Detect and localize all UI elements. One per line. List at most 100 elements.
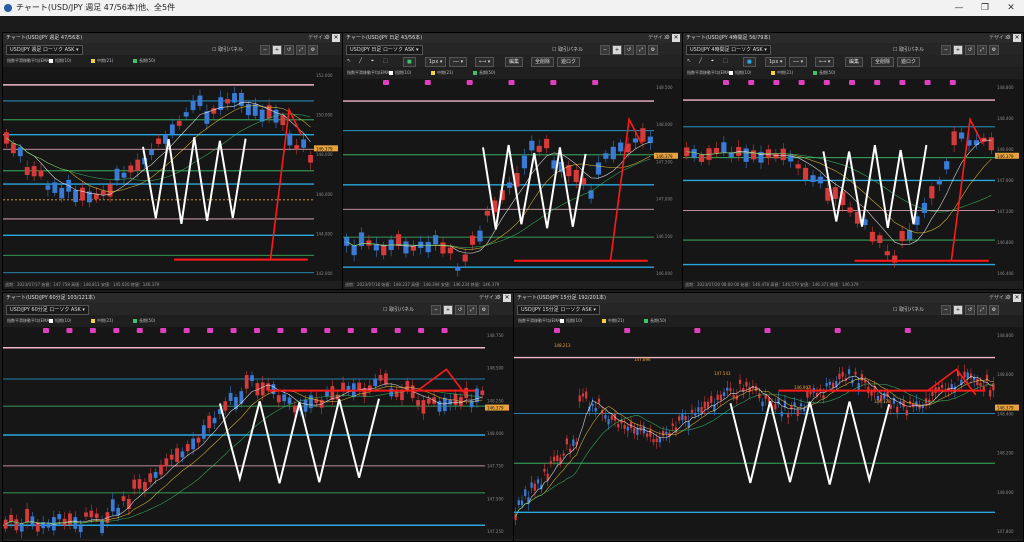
minimize-button[interactable]: — bbox=[946, 0, 972, 16]
draw-tool-4[interactable]: ⬚ bbox=[723, 57, 728, 65]
line-width-select[interactable]: 1px ▾ bbox=[765, 57, 787, 67]
tool-button-3[interactable]: 遊ロク bbox=[557, 57, 581, 67]
draw-tool-1[interactable]: ↖ bbox=[347, 57, 351, 65]
panel-close-icon[interactable]: ✕ bbox=[503, 294, 511, 302]
signal-marker bbox=[764, 328, 771, 333]
zoom-button-2[interactable]: + bbox=[953, 305, 963, 315]
zoom-button-3[interactable]: ↺ bbox=[965, 305, 975, 315]
zoom-button-3[interactable]: ↺ bbox=[624, 45, 634, 55]
trade-panel-toggle[interactable]: ☐ 取引パネル bbox=[893, 306, 924, 313]
gear-icon[interactable]: ⚙ bbox=[325, 33, 330, 43]
symbol-select[interactable]: USD/JPY 週足 ローソク ASK ▾ bbox=[6, 45, 83, 55]
draw-tool-4[interactable]: ⬚ bbox=[383, 57, 388, 65]
symbol-select[interactable]: USD/JPY 4時間足 ローソク ASK ▾ bbox=[686, 45, 771, 55]
indicator-3: 長期(50) bbox=[813, 69, 835, 77]
zoom-button-2[interactable]: + bbox=[612, 45, 622, 55]
maximize-button[interactable]: ❐ bbox=[972, 0, 998, 16]
zoom-button-4[interactable]: ⤢ bbox=[467, 305, 477, 315]
line-style-select[interactable]: ── ▾ bbox=[789, 57, 808, 67]
zoom-button-3[interactable]: ↺ bbox=[284, 45, 294, 55]
zoom-button-2[interactable]: + bbox=[272, 45, 282, 55]
candle bbox=[426, 398, 431, 404]
panel-close-icon[interactable]: ✕ bbox=[1013, 294, 1021, 302]
tool-button-2[interactable]: 全削除 bbox=[531, 57, 555, 67]
candle bbox=[73, 517, 78, 529]
tool-button-1[interactable]: 編集 bbox=[845, 57, 864, 67]
candle bbox=[425, 241, 431, 253]
zoom-button-1[interactable]: − bbox=[600, 45, 610, 55]
trade-panel-toggle[interactable]: ☐ 取引パネル bbox=[212, 46, 243, 53]
zoom-button-1[interactable]: − bbox=[431, 305, 441, 315]
zoom-button-5[interactable]: ⚙ bbox=[648, 45, 658, 55]
panel-close-icon[interactable]: ✕ bbox=[332, 34, 340, 42]
zoom-button-4[interactable]: ⤢ bbox=[296, 45, 306, 55]
draw-tool-2[interactable]: ╱ bbox=[699, 57, 702, 65]
candle bbox=[745, 381, 748, 387]
zoom-button-1[interactable]: − bbox=[941, 305, 951, 315]
candle bbox=[929, 186, 935, 199]
axis-tick-label: 147.600 bbox=[997, 178, 1014, 183]
tool-button-1[interactable]: 編集 bbox=[505, 57, 524, 67]
trade-panel-toggle[interactable]: ☐ 取引パネル bbox=[893, 46, 924, 53]
zoom-button-4[interactable]: ⤢ bbox=[977, 305, 987, 315]
axis-tick-label: 148.000 bbox=[656, 122, 673, 127]
trade-panel-toggle[interactable]: ☐ 取引パネル bbox=[552, 46, 583, 53]
color-swatch[interactable]: ■ bbox=[403, 57, 416, 67]
zoom-button-5[interactable]: ⚙ bbox=[989, 45, 999, 55]
zoom-button-3[interactable]: ↺ bbox=[965, 45, 975, 55]
zoom-button-4[interactable]: ⤢ bbox=[636, 45, 646, 55]
gear-icon[interactable]: ⚙ bbox=[496, 293, 501, 303]
indicator-2: 中期(21) bbox=[91, 317, 113, 325]
zoom-button-5[interactable]: ⚙ bbox=[308, 45, 318, 55]
symbol-select[interactable]: USD/JPY 15分足 ローソク ASK ▾ bbox=[517, 305, 600, 315]
close-window-button[interactable]: ✕ bbox=[998, 0, 1024, 16]
indicator-name: 指数平滑移動平均(EMA) bbox=[687, 70, 731, 75]
arrow-style-select[interactable]: ⟷ ▾ bbox=[475, 57, 495, 67]
candle bbox=[884, 251, 890, 256]
zoom-button-2[interactable]: + bbox=[443, 305, 453, 315]
symbol-select[interactable]: USD/JPY 60分足 ローソク ASK ▾ bbox=[6, 305, 89, 315]
price-chart: 148.750 148.500 148.250 148.000 147.750 147.5… bbox=[3, 327, 513, 539]
gear-icon[interactable]: ⚙ bbox=[1006, 293, 1011, 303]
candle bbox=[373, 378, 378, 386]
candle bbox=[232, 93, 237, 103]
draw-tool-3[interactable]: ⌖ bbox=[711, 57, 714, 65]
arrow-style-select[interactable]: ⟷ ▾ bbox=[815, 57, 835, 67]
price-label: 147.896 bbox=[634, 357, 651, 362]
panel-close-icon[interactable]: ✕ bbox=[1013, 34, 1021, 42]
gear-icon[interactable]: ⚙ bbox=[1006, 33, 1011, 43]
tool-button-3[interactable]: 遊ロク bbox=[897, 57, 921, 67]
tool-button-2[interactable]: 全削除 bbox=[871, 57, 895, 67]
candle bbox=[260, 382, 265, 396]
zoom-button-1[interactable]: − bbox=[260, 45, 270, 55]
line-style-select[interactable]: ── ▾ bbox=[449, 57, 468, 67]
candle bbox=[19, 523, 24, 532]
zoom-button-5[interactable]: ⚙ bbox=[479, 305, 489, 315]
line-width-select[interactable]: 1px ▾ bbox=[425, 57, 447, 67]
candle bbox=[976, 378, 979, 386]
signal-marker bbox=[254, 328, 260, 333]
candle bbox=[581, 393, 585, 397]
legend-swatch bbox=[133, 319, 137, 323]
color-swatch[interactable]: ■ bbox=[743, 57, 756, 67]
panel-close-icon[interactable]: ✕ bbox=[672, 34, 680, 42]
draw-tool-2[interactable]: ╱ bbox=[359, 57, 362, 65]
candle bbox=[841, 371, 844, 377]
draw-tool-3[interactable]: ⌖ bbox=[371, 57, 374, 65]
indicator-2: 中期(21) bbox=[431, 69, 453, 77]
symbol-select[interactable]: USD/JPY 日足 ローソク ASK ▾ bbox=[346, 45, 423, 55]
trade-panel-toggle[interactable]: ☐ 取引パネル bbox=[383, 306, 414, 313]
zoom-button-5[interactable]: ⚙ bbox=[989, 305, 999, 315]
signal-marker bbox=[207, 328, 214, 333]
zoom-button-4[interactable]: ⤢ bbox=[977, 45, 987, 55]
candle bbox=[57, 514, 62, 520]
candle bbox=[78, 525, 83, 533]
zoom-button-3[interactable]: ↺ bbox=[455, 305, 465, 315]
zoom-button-1[interactable]: − bbox=[941, 45, 951, 55]
candle bbox=[652, 439, 655, 443]
candle bbox=[330, 386, 335, 400]
candle bbox=[448, 399, 453, 405]
gear-icon[interactable]: ⚙ bbox=[665, 33, 670, 43]
draw-tool-1[interactable]: ↖ bbox=[687, 57, 691, 65]
zoom-button-2[interactable]: + bbox=[953, 45, 963, 55]
